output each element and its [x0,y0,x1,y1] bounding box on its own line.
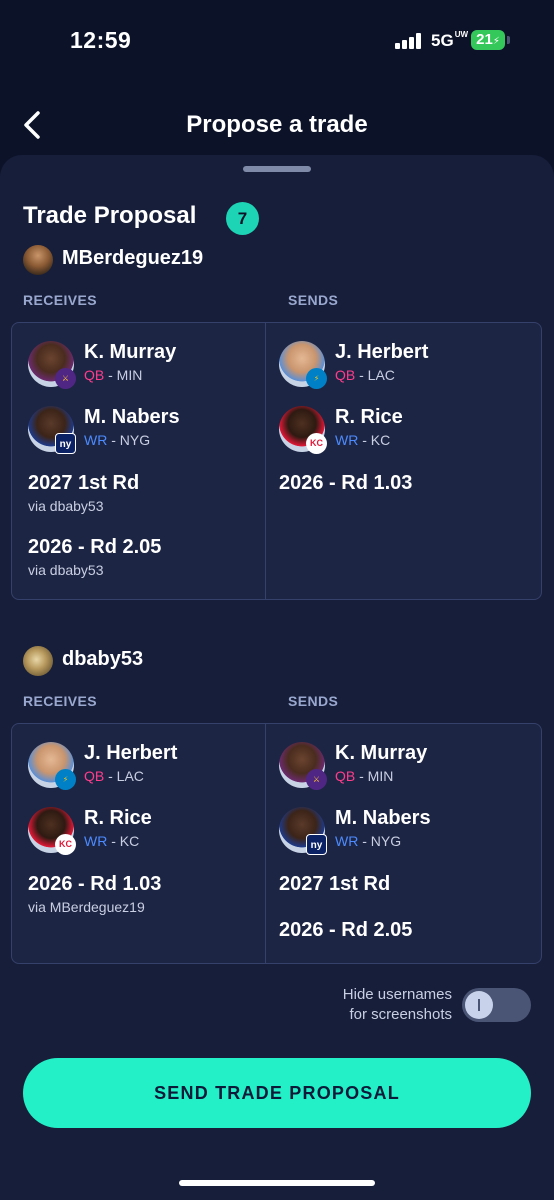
header: Propose a trade [0,95,554,155]
player-position: WR [335,432,359,448]
player-name: K. Murray [335,742,428,764]
pick-via: via dbaby53 [28,498,104,514]
giants-logo-icon: ny [55,433,76,454]
player-card[interactable]: ny M. Nabers WR - NYG [28,406,258,454]
player-name: J. Herbert [335,341,429,363]
draft-pick: 2026 - Rd 1.03 [279,472,412,495]
trade-sheet: Trade Proposal 7 MBerdeguez19 RECEIVES S… [0,155,554,1200]
player-name: J. Herbert [84,742,178,764]
home-indicator [179,1180,375,1186]
player-card[interactable]: ny M. Nabers WR - NYG [279,807,529,855]
player-position: QB [84,367,105,383]
player-meta: QB - MIN [335,768,393,784]
trade-box-dbaby53: ⚡ J. Herbert QB - LAC KC R. Rice WR - KC… [11,723,542,964]
network-sub: UW [454,30,469,39]
chiefs-logo-icon: KC [55,834,76,855]
draft-pick: 2026 - Rd 2.05 via dbaby53 [28,536,161,578]
player-name: R. Rice [84,807,152,829]
pick-via: via MBerdeguez19 [28,899,145,915]
player-team: - KC [107,833,140,849]
status-bar: 12:59 5GUW 21⚡ [0,0,554,80]
player-name: K. Murray [84,341,177,363]
player-position: WR [84,833,108,849]
player-team: - NYG [107,432,151,448]
vikings-logo-icon: ⚔ [306,769,327,790]
player-team: - KC [358,432,391,448]
battery-icon: 21⚡ [471,30,505,50]
player-card[interactable]: ⚔ K. Murray QB - MIN [28,341,258,389]
player-team: - LAC [104,768,144,784]
player-meta: QB - LAC [335,367,395,383]
receives-label: RECEIVES [23,693,97,709]
sends-label: SENDS [288,693,339,709]
player-team: - MIN [355,768,394,784]
sheet-grabber[interactable] [243,166,311,172]
send-trade-proposal-button[interactable]: SEND TRADE PROPOSAL [23,1058,531,1128]
chargers-logo-icon: ⚡ [306,368,327,389]
draft-pick: 2027 1st Rd [279,873,390,896]
player-name: M. Nabers [335,807,431,829]
toggle-label-line2: for screenshots [349,1006,452,1023]
user-avatar [23,245,53,275]
toggle-knob [465,991,493,1019]
player-team: - MIN [104,367,143,383]
network-indicator: 5GUW [431,31,468,51]
player-meta: WR - KC [335,432,390,448]
column-divider [265,323,266,599]
trade-proposal-title: Trade Proposal [23,202,197,229]
player-position: WR [335,833,359,849]
player-name: M. Nabers [84,406,180,428]
player-team: - LAC [355,367,395,383]
username: dbaby53 [62,648,144,670]
hide-usernames-toggle[interactable] [462,988,531,1022]
player-meta: WR - NYG [335,833,401,849]
player-card[interactable]: ⚔ K. Murray QB - MIN [279,742,529,790]
player-position: WR [84,432,108,448]
receives-label: RECEIVES [23,292,97,308]
draft-pick: 2027 1st Rd via dbaby53 [28,472,139,514]
draft-pick: 2026 - Rd 1.03 via MBerdeguez19 [28,873,161,915]
proposal-count-badge: 7 [226,202,259,235]
player-card[interactable]: KC R. Rice WR - KC [279,406,529,454]
trade-box-mberdeguez19: ⚔ K. Murray QB - MIN ny M. Nabers WR - N… [11,322,542,600]
giants-logo-icon: ny [306,834,327,855]
battery-tip [507,36,510,44]
player-name: R. Rice [335,406,403,428]
cellular-signal-icon [395,33,423,49]
page-title: Propose a trade [186,111,368,138]
vikings-logo-icon: ⚔ [55,368,76,389]
player-team: - NYG [358,833,402,849]
battery-level: 21 [476,31,493,48]
draft-pick: 2026 - Rd 2.05 [279,919,412,942]
toggle-label-line1: Hide usernames [342,986,452,1003]
player-position: QB [335,367,356,383]
player-meta: QB - LAC [84,768,144,784]
chargers-logo-icon: ⚡ [55,769,76,790]
user-avatar [23,646,53,676]
network-type: 5G [431,31,454,50]
pick-via: via dbaby53 [28,562,104,578]
player-meta: WR - NYG [84,432,150,448]
pick-title: 2026 - Rd 1.03 [28,873,162,895]
player-card[interactable]: ⚡ J. Herbert QB - LAC [279,341,529,389]
player-card[interactable]: ⚡ J. Herbert QB - LAC [28,742,258,790]
pick-title: 2026 - Rd 2.05 [28,536,162,558]
status-time: 12:59 [70,27,132,53]
pick-title: 2026 - Rd 1.03 [279,472,413,494]
pick-title: 2027 1st Rd [28,472,140,494]
player-position: QB [335,768,356,784]
hide-usernames-label: Hide usernames for screenshots [312,985,452,1025]
player-meta: QB - MIN [84,367,142,383]
username: MBerdeguez19 [62,247,204,269]
player-card[interactable]: KC R. Rice WR - KC [28,807,258,855]
pick-title: 2027 1st Rd [279,873,391,895]
pick-title: 2026 - Rd 2.05 [279,919,413,941]
column-divider [265,724,266,963]
chiefs-logo-icon: KC [306,433,327,454]
sends-label: SENDS [288,292,339,308]
player-position: QB [84,768,105,784]
player-meta: WR - KC [84,833,139,849]
